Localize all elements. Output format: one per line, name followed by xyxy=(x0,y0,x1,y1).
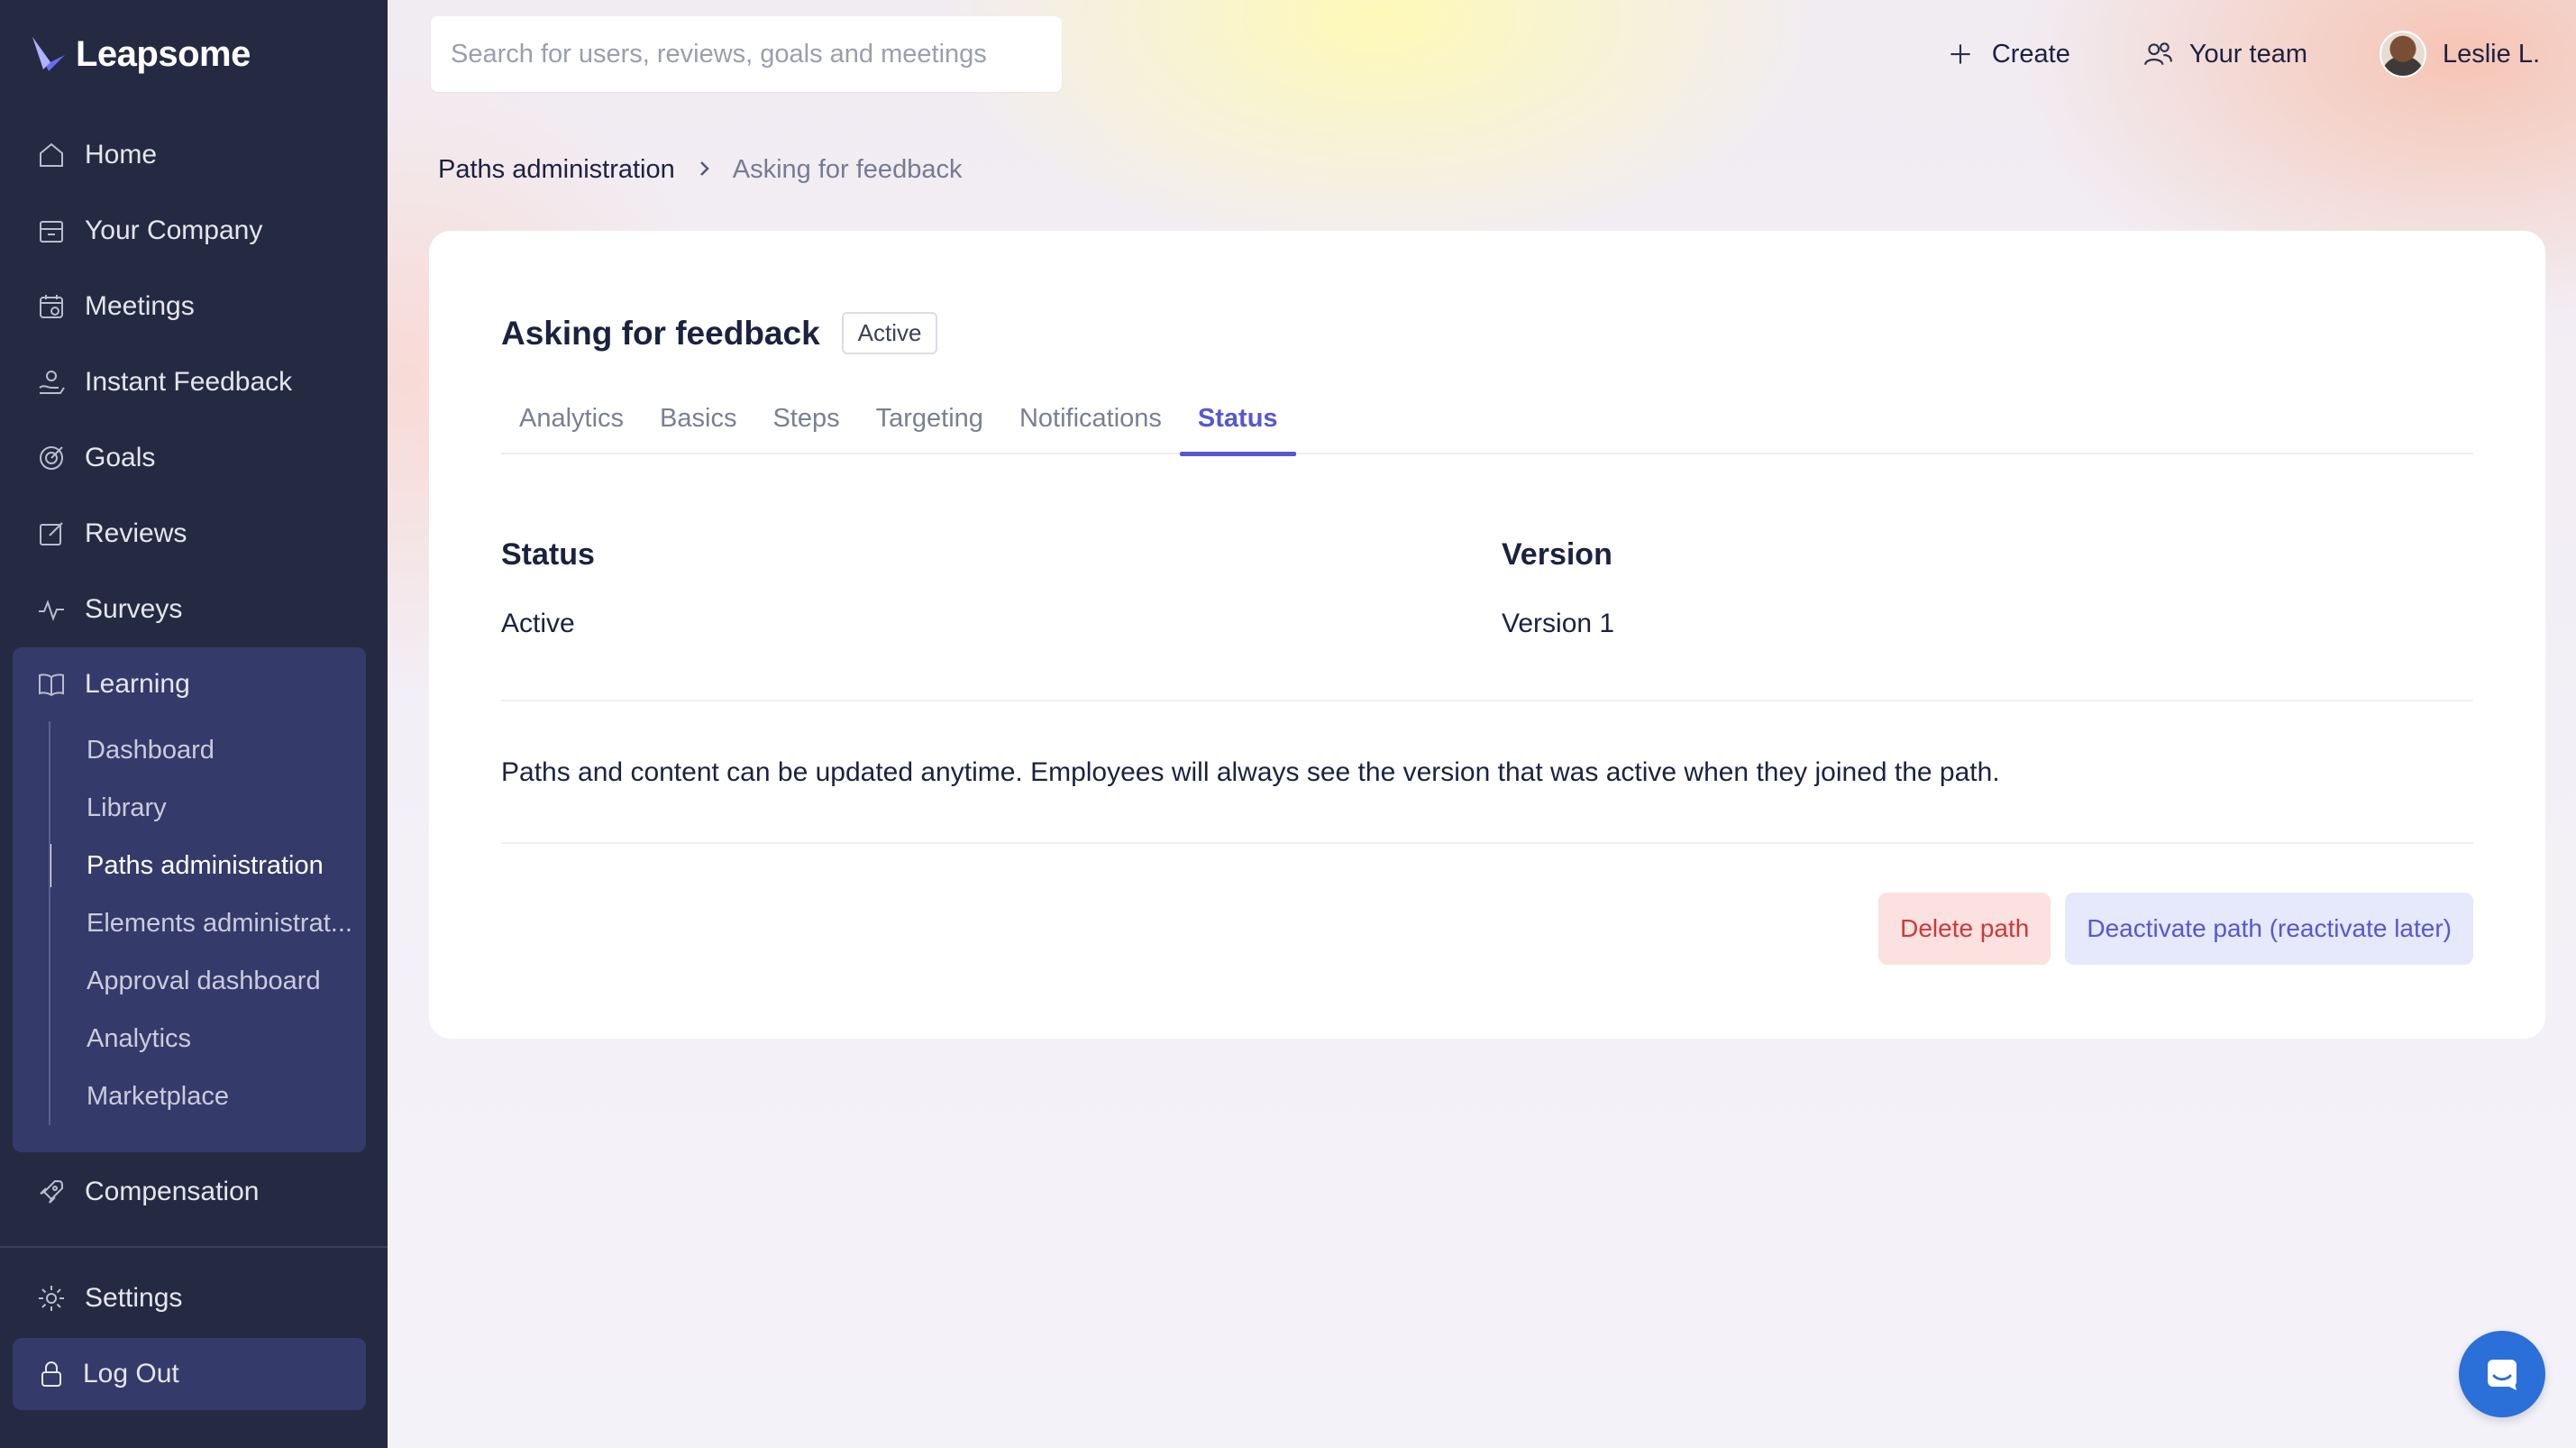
sidebar-subitem-library[interactable]: Library xyxy=(50,779,366,837)
sidebar-subitem-dashboard[interactable]: Dashboard xyxy=(50,721,366,779)
sidebar-item-instant-feedback[interactable]: Instant Feedback xyxy=(0,344,388,420)
sidebar-item-label: Home xyxy=(85,140,158,170)
sidebar-item-your-company[interactable]: Your Company xyxy=(0,193,388,269)
chat-icon xyxy=(2488,1360,2517,1390)
edit-icon xyxy=(36,518,67,549)
chevron-right-icon xyxy=(695,155,713,185)
breadcrumb-current: Asking for feedback xyxy=(732,155,963,184)
version-value: Version 1 xyxy=(1502,609,1615,638)
sidebar-item-meetings[interactable]: Meetings xyxy=(0,269,388,344)
main-content: Create Your team Leslie L. Paths adminis… xyxy=(388,0,2576,1448)
version-note: Paths and content can be updated anytime… xyxy=(501,757,2000,787)
logout-label: Log Out xyxy=(83,1359,179,1388)
sidebar-item-surveys[interactable]: Surveys xyxy=(0,572,388,647)
avatar xyxy=(2379,31,2426,78)
sidebar-item-label: Reviews xyxy=(85,518,187,548)
delete-path-button[interactable]: Delete path xyxy=(1878,893,2051,965)
your-team-button[interactable]: Your team xyxy=(2142,39,2307,69)
sidebar-item-label: Your Company xyxy=(85,215,263,245)
sidebar-item-label: Compensation xyxy=(85,1177,260,1206)
user-name: Leslie L. xyxy=(2442,39,2540,69)
target-icon xyxy=(36,443,67,473)
section-divider xyxy=(501,700,2473,701)
sidebar-item-home[interactable]: Home xyxy=(0,117,388,193)
create-label: Create xyxy=(1991,39,2070,69)
sidebar-item-compensation[interactable]: Compensation xyxy=(0,1154,388,1230)
sidebar: Leapsome Home Your Company Meetings Inst… xyxy=(0,0,388,1448)
sidebar-item-label: Settings xyxy=(85,1283,183,1313)
sidebar-divider xyxy=(0,1246,388,1248)
chat-launcher-button[interactable] xyxy=(2459,1331,2545,1417)
tab-status[interactable]: Status xyxy=(1179,382,1296,456)
brand-name: Leapsome xyxy=(76,34,251,74)
sidebar-item-label: Surveys xyxy=(85,594,183,624)
status-column: Status Active xyxy=(501,537,595,639)
calendar-icon xyxy=(36,291,67,322)
status-badge: Active xyxy=(841,312,938,354)
search-input[interactable] xyxy=(431,16,1062,92)
building-icon xyxy=(36,215,67,246)
tab-bar: Analytics Basics Steps Targeting Notific… xyxy=(501,382,2473,456)
logout-button[interactable]: Log Out xyxy=(13,1338,366,1410)
sidebar-item-label: Goals xyxy=(85,443,156,472)
tab-basics[interactable]: Basics xyxy=(642,382,754,454)
page-title: Asking for feedback xyxy=(501,314,820,352)
your-team-label: Your team xyxy=(2188,39,2307,69)
team-icon xyxy=(2143,42,2172,66)
lock-icon xyxy=(36,1359,67,1389)
sidebar-item-goals[interactable]: Goals xyxy=(0,420,388,496)
topbar-actions: Create Your team Leslie L. xyxy=(1945,25,2540,83)
tab-targeting[interactable]: Targeting xyxy=(858,382,1001,454)
pulse-icon xyxy=(36,594,67,625)
sidebar-subitem-paths-administration[interactable]: Paths administration xyxy=(50,837,366,894)
tab-notifications[interactable]: Notifications xyxy=(1001,382,1180,454)
version-column: Version Version 1 xyxy=(1502,537,1614,639)
rocket-icon xyxy=(36,1177,67,1207)
home-icon xyxy=(36,140,67,170)
deactivate-path-button[interactable]: Deactivate path (reactivate later) xyxy=(2065,893,2473,965)
main-nav: Home Your Company Meetings Instant Feedb… xyxy=(0,117,388,647)
sidebar-item-settings[interactable]: Settings xyxy=(0,1260,388,1336)
book-icon xyxy=(36,669,67,700)
status-heading: Status xyxy=(501,537,595,572)
sidebar-subitem-marketplace[interactable]: Marketplace xyxy=(50,1068,366,1125)
learning-submenu: Dashboard Library Paths administration E… xyxy=(49,721,366,1125)
title-row: Asking for feedback Active xyxy=(501,312,938,354)
sidebar-item-label: Learning xyxy=(85,669,190,699)
leapsome-logo-icon xyxy=(32,36,65,71)
tab-steps[interactable]: Steps xyxy=(754,382,857,454)
gear-icon xyxy=(36,1283,67,1314)
sidebar-item-learning[interactable]: Learning xyxy=(13,647,366,721)
sidebar-subitem-analytics[interactable]: Analytics xyxy=(50,1010,366,1068)
plus-icon xyxy=(1950,44,1970,64)
breadcrumb-parent-link[interactable]: Paths administration xyxy=(438,155,675,185)
sidebar-item-label: Meetings xyxy=(85,291,195,321)
sidebar-group-learning: Learning Dashboard Library Paths adminis… xyxy=(13,647,366,1152)
version-heading: Version xyxy=(1502,537,1612,572)
path-actions: Delete path Deactivate path (reactivate … xyxy=(1878,893,2473,965)
sidebar-subitem-approval-dashboard[interactable]: Approval dashboard xyxy=(50,952,366,1010)
create-button[interactable]: Create xyxy=(1945,39,2070,69)
sidebar-item-reviews[interactable]: Reviews xyxy=(0,496,388,572)
feedback-icon xyxy=(36,367,67,398)
path-detail-card: Asking for feedback Active Analytics Bas… xyxy=(429,231,2545,1039)
tab-analytics[interactable]: Analytics xyxy=(501,382,642,454)
sidebar-subitem-elements-administration[interactable]: Elements administrat... xyxy=(50,894,366,952)
section-divider xyxy=(501,842,2473,844)
user-menu[interactable]: Leslie L. xyxy=(2379,31,2540,78)
status-value: Active xyxy=(501,609,575,638)
sidebar-item-label: Instant Feedback xyxy=(85,367,293,397)
breadcrumb: Paths administration Asking for feedback xyxy=(438,155,962,185)
brand-logo[interactable]: Leapsome xyxy=(31,34,251,75)
